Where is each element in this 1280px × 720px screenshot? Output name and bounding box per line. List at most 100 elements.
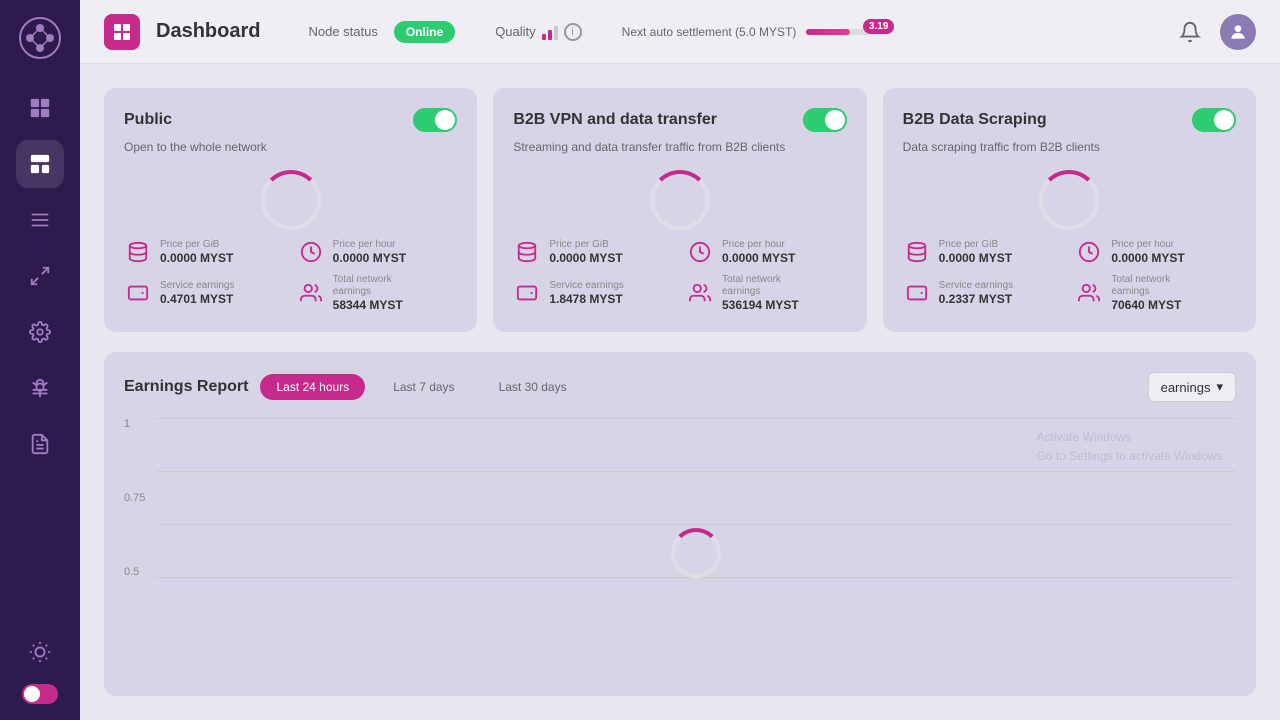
sidebar-item-settings[interactable] — [16, 308, 64, 356]
public-spinner — [124, 170, 457, 230]
b2b-vpn-price-hour-value: 0.0000 MYST — [722, 251, 795, 265]
sidebar-item-brightness[interactable] — [16, 628, 64, 676]
b2b-scraping-service-card: B2B Data Scraping Data scraping traffic … — [883, 88, 1256, 332]
b2b-scraping-network-earnings-value: 70640 MYST — [1111, 298, 1181, 312]
quality-bar-3 — [554, 26, 558, 40]
notification-bell-icon[interactable] — [1172, 14, 1208, 50]
settlement-label: Next auto settlement (5.0 MYST) — [622, 25, 797, 39]
tab-30d[interactable]: Last 30 days — [483, 374, 583, 400]
public-network-earnings-value: 58344 MYST — [333, 298, 403, 312]
page-title: Dashboard — [156, 20, 260, 43]
sidebar — [0, 0, 80, 720]
b2b-scraping-service-earnings-value: 0.2337 MYST — [939, 292, 1013, 306]
sidebar-item-list[interactable] — [16, 196, 64, 244]
header-icons — [1172, 14, 1256, 50]
public-toggle[interactable] — [413, 108, 457, 132]
public-service-earnings-label: Service earnings — [160, 280, 234, 292]
clock-icon — [297, 238, 325, 266]
b2b-vpn-network-earnings-label: Total networkearnings — [722, 274, 799, 298]
sidebar-item-bug[interactable] — [16, 364, 64, 412]
quality-bar-2 — [548, 30, 552, 40]
public-card-title: Public — [124, 111, 172, 129]
wallet-icon-2 — [513, 279, 541, 307]
b2b-vpn-stats-grid: Price per GiB 0.0000 MYST Price pe — [513, 238, 846, 312]
chevron-down-icon: ▾ — [1216, 379, 1223, 395]
public-price-hour: Price per hour 0.0000 MYST — [297, 238, 458, 266]
chart-y-label-2: 0.75 — [124, 492, 145, 504]
public-stats-grid: Price per GiB 0.0000 MYST Price pe — [124, 238, 457, 312]
public-service-earnings-value: 0.4701 MYST — [160, 292, 234, 306]
b2b-vpn-price-hour: Price per hour 0.0000 MYST — [686, 238, 847, 266]
database-icon-3 — [903, 238, 931, 266]
node-status-section: Node status Online — [308, 21, 455, 43]
settlement-bar-fill — [806, 29, 850, 35]
public-card-header: Public — [124, 108, 457, 132]
chart-y-label-1: 1 — [124, 418, 145, 430]
earnings-dropdown[interactable]: earnings ▾ — [1148, 372, 1236, 402]
sidebar-logo[interactable] — [18, 16, 62, 60]
node-status-label: Node status — [308, 24, 377, 39]
users-icon-2 — [686, 279, 714, 307]
b2b-vpn-price-gib: Price per GiB 0.0000 MYST — [513, 238, 674, 266]
b2b-scraping-service-earnings-label: Service earnings — [939, 280, 1013, 292]
chart-gridline-top — [156, 418, 1236, 419]
sidebar-item-reports[interactable] — [16, 420, 64, 468]
quality-bar-1 — [542, 34, 546, 40]
b2b-scraping-price-hour: Price per hour 0.0000 MYST — [1075, 238, 1236, 266]
users-icon — [297, 279, 325, 307]
b2b-scraping-toggle[interactable] — [1192, 108, 1236, 132]
service-cards-row: Public Open to the whole network — [104, 88, 1256, 332]
sidebar-item-layout[interactable] — [16, 140, 64, 188]
b2b-vpn-card-title: B2B VPN and data transfer — [513, 111, 717, 129]
sidebar-item-network[interactable] — [16, 252, 64, 300]
b2b-vpn-toggle[interactable] — [803, 108, 847, 132]
chart-container: 1 0.75 0.5 Activate WindowsGo to Setting… — [124, 418, 1236, 578]
b2b-scraping-spinner — [903, 170, 1236, 230]
public-price-gib: Price per GiB 0.0000 MYST — [124, 238, 285, 266]
database-icon — [124, 238, 152, 266]
public-service-earnings: Service earnings 0.4701 MYST — [124, 274, 285, 312]
b2b-scraping-service-earnings: Service earnings 0.2337 MYST — [903, 274, 1064, 312]
settlement-progress-bar: 3.19 — [806, 29, 886, 35]
b2b-scraping-card-subtitle: Data scraping traffic from B2B clients — [903, 140, 1236, 154]
b2b-scraping-price-gib-value: 0.0000 MYST — [939, 251, 1012, 265]
settlement-section: Next auto settlement (5.0 MYST) 3.19 — [622, 25, 887, 39]
wallet-icon — [124, 279, 152, 307]
sidebar-item-grid[interactable] — [16, 84, 64, 132]
b2b-vpn-price-gib-value: 0.0000 MYST — [549, 251, 622, 265]
quality-bars — [542, 24, 558, 40]
b2b-scraping-price-hour-label: Price per hour — [1111, 239, 1184, 251]
content-area: Public Open to the whole network — [80, 64, 1280, 720]
tab-7d[interactable]: Last 7 days — [377, 374, 470, 400]
dark-mode-toggle[interactable] — [22, 684, 58, 704]
header: Dashboard Node status Online Quality i N… — [80, 0, 1280, 64]
b2b-vpn-card-subtitle: Streaming and data transfer traffic from… — [513, 140, 846, 154]
b2b-vpn-card-header: B2B VPN and data transfer — [513, 108, 846, 132]
b2b-vpn-service-card: B2B VPN and data transfer Streaming and … — [493, 88, 866, 332]
b2b-vpn-network-earnings: Total networkearnings 536194 MYST — [686, 274, 847, 312]
quality-label: Quality — [495, 24, 535, 39]
public-price-hour-value: 0.0000 MYST — [333, 251, 406, 265]
chart-gridline-mid1 — [156, 471, 1236, 472]
b2b-vpn-service-earnings: Service earnings 1.8478 MYST — [513, 274, 674, 312]
b2b-vpn-spinner — [513, 170, 846, 230]
earnings-dropdown-label: earnings — [1161, 380, 1211, 395]
header-logo — [104, 14, 140, 50]
earnings-header: Earnings Report Last 24 hours Last 7 day… — [124, 372, 1236, 402]
b2b-scraping-card-header: B2B Data Scraping — [903, 108, 1236, 132]
public-card-subtitle: Open to the whole network — [124, 140, 457, 154]
b2b-vpn-service-earnings-value: 1.8478 MYST — [549, 292, 623, 306]
chart-gridline-mid2 — [156, 524, 1236, 525]
user-avatar[interactable] — [1220, 14, 1256, 50]
main-content: Dashboard Node status Online Quality i N… — [80, 0, 1280, 720]
b2b-scraping-network-earnings: Total networkearnings 70640 MYST — [1075, 274, 1236, 312]
chart-grid: Activate WindowsGo to Settings to activa… — [156, 418, 1236, 578]
b2b-vpn-price-hour-label: Price per hour — [722, 239, 795, 251]
database-icon-2 — [513, 238, 541, 266]
b2b-scraping-price-gib-label: Price per GiB — [939, 239, 1012, 251]
watermark-text: Activate WindowsGo to Settings to activa… — [1037, 428, 1226, 466]
b2b-scraping-price-hour-value: 0.0000 MYST — [1111, 251, 1184, 265]
wallet-icon-3 — [903, 279, 931, 307]
tab-24h[interactable]: Last 24 hours — [260, 374, 365, 400]
quality-info-icon[interactable]: i — [564, 23, 582, 41]
